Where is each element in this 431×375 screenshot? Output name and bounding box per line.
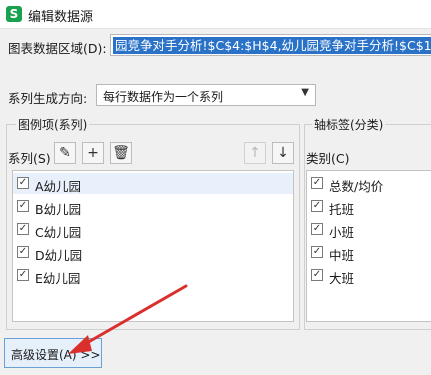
axis-labels-group-title: 轴标签(分类) — [312, 116, 386, 133]
category-label: 类别(C) — [306, 151, 350, 166]
series-checkbox[interactable]: ✓ — [17, 177, 29, 189]
add-series-button[interactable]: + — [82, 142, 104, 164]
chevron-down-icon: ▼ — [301, 87, 309, 98]
category-checkbox[interactable]: ✓ — [311, 246, 323, 258]
series-checkbox[interactable]: ✓ — [17, 200, 29, 212]
series-checkbox[interactable]: ✓ — [17, 246, 29, 258]
series-checkbox[interactable]: ✓ — [17, 269, 29, 281]
category-item-label: 总数/均价 — [329, 179, 384, 194]
series-direction-value: 每行数据作为一个系列 — [103, 90, 224, 104]
advanced-settings-label: 高级设置(A) >> — [11, 348, 101, 362]
list-item[interactable]: ✓ A幼儿园 — [13, 173, 293, 194]
move-up-button[interactable]: ↑ — [244, 142, 266, 164]
series-direction-select[interactable]: 每行数据作为一个系列 ▼ — [96, 84, 316, 106]
series-item-label: D幼儿园 — [35, 248, 83, 263]
series-checkbox[interactable]: ✓ — [17, 223, 29, 235]
advanced-settings-button[interactable]: 高级设置(A) >> — [4, 338, 102, 368]
move-down-button[interactable]: ↓ — [272, 142, 294, 164]
app-icon: S — [6, 6, 22, 22]
list-item[interactable]: ✓ B幼儿园 — [13, 196, 293, 217]
category-checkbox[interactable]: ✓ — [311, 223, 323, 235]
data-range-input[interactable]: 园竞争对手分析!$C$4:$H$4,幼儿园竞争对手分析!$C$10:$H — [110, 34, 431, 56]
series-item-label: E幼儿园 — [35, 271, 81, 286]
series-list[interactable]: ✓ A幼儿园 ✓ B幼儿园 ✓ C幼儿园 ✓ D幼儿园 ✓ E幼儿园 — [12, 170, 294, 322]
series-item-label: B幼儿园 — [35, 202, 82, 217]
title-bar: S 编辑数据源 — [0, 0, 431, 29]
plus-icon: + — [87, 145, 99, 161]
list-item[interactable]: ✓ 中班 — [307, 242, 431, 263]
category-checkbox[interactable]: ✓ — [311, 200, 323, 212]
legend-group-title: 图例项(系列) — [16, 116, 90, 133]
trash-icon: 🗑 — [112, 145, 130, 161]
series-label: 系列(S) — [8, 151, 51, 166]
arrow-down-icon: ↓ — [277, 145, 289, 161]
series-item-label: C幼儿园 — [35, 225, 82, 240]
category-list[interactable]: ✓ 总数/均价 ✓ 托班 ✓ 小班 ✓ 中班 ✓ 大班 — [306, 170, 431, 322]
list-item[interactable]: ✓ 托班 — [307, 196, 431, 217]
edit-series-button[interactable]: ✎ — [54, 142, 76, 164]
category-item-label: 小班 — [329, 225, 355, 240]
series-direction-label: 系列生成方向: — [8, 91, 88, 106]
category-item-label: 托班 — [329, 202, 355, 217]
data-range-value: 园竞争对手分析!$C$4:$H$4,幼儿园竞争对手分析!$C$10:$H — [113, 37, 431, 54]
delete-series-button[interactable]: 🗑 — [110, 142, 132, 164]
data-range-label: 图表数据区域(D): — [8, 41, 107, 56]
category-checkbox[interactable]: ✓ — [311, 269, 323, 281]
category-item-label: 大班 — [329, 271, 355, 286]
list-item[interactable]: ✓ 大班 — [307, 265, 431, 286]
list-item[interactable]: ✓ D幼儿园 — [13, 242, 293, 263]
category-item-label: 中班 — [329, 248, 355, 263]
arrow-up-icon: ↑ — [249, 145, 261, 161]
list-item[interactable]: ✓ E幼儿园 — [13, 265, 293, 286]
series-item-label: A幼儿园 — [35, 179, 82, 194]
category-checkbox[interactable]: ✓ — [311, 177, 323, 189]
list-item[interactable]: ✓ 总数/均价 — [307, 173, 431, 194]
edit-icon: ✎ — [59, 145, 71, 161]
window-title: 编辑数据源 — [28, 10, 94, 25]
list-item[interactable]: ✓ 小班 — [307, 219, 431, 240]
list-item[interactable]: ✓ C幼儿园 — [13, 219, 293, 240]
